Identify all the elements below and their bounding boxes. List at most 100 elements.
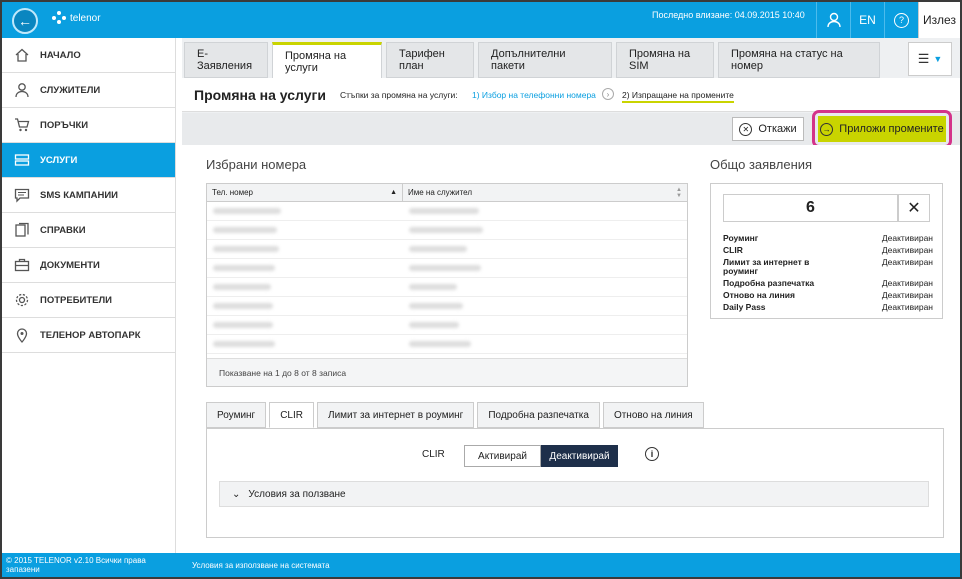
footer: © 2015 TELENOR v2.10 Всички права запазе… (2, 553, 960, 577)
sms-icon (14, 187, 30, 203)
table-row[interactable] (207, 259, 687, 278)
tab-detailed-printout[interactable]: Подробна разпечатка (477, 402, 600, 428)
app-window: ← telenor Последно влизане: 04.09.2015 1… (0, 0, 962, 579)
service-tabs: Роуминг CLIR Лимит за интернет в роуминг… (206, 402, 704, 428)
report-icon (14, 222, 30, 238)
summary-row: Подробна разпечатка Деактивиран (723, 278, 933, 288)
tab-back-online[interactable]: Отново на линия (602, 402, 704, 428)
terms-accordion[interactable]: ⌄ Условия за ползване (219, 481, 929, 507)
summary-row: Отново на линия Деактивиран (723, 290, 933, 300)
phone-icon (14, 152, 30, 168)
action-bar: ✕ Откажи → Приложи промените (182, 110, 960, 148)
activate-button[interactable]: Активирай (464, 445, 541, 467)
tab-tariff-plan[interactable]: Тарифен план (386, 42, 474, 78)
user-icon (826, 12, 841, 28)
telenor-logo[interactable]: telenor (52, 11, 101, 25)
step-1-link[interactable]: 1) Избор на телефонни номера (472, 90, 596, 100)
steps-label: Стъпки за промяна на услуги: (340, 90, 458, 100)
clir-label: CLIR (422, 449, 445, 460)
tab-change-sim[interactable]: Промяна на SIM (616, 42, 714, 78)
top-bar: ← telenor Последно влизане: 04.09.2015 1… (2, 2, 960, 38)
tab-e-applications[interactable]: E-Заявления (184, 42, 268, 78)
sidebar-item-orders[interactable]: ПОРЪЧКИ (2, 108, 175, 143)
arrow-right-circle-icon: → (820, 122, 834, 136)
content-panel: Избрани номера Общо заявления Тел. номер… (182, 145, 960, 553)
table-row[interactable] (207, 240, 687, 259)
terms-link[interactable]: Условия за използване на системата (180, 561, 330, 570)
sidebar-item-sms-campaigns[interactable]: SMS КАМПАНИИ (2, 178, 175, 213)
help-button[interactable]: ? (884, 2, 918, 38)
column-employee-name[interactable]: Име на служител ▲ ▼ (403, 184, 687, 201)
tab-change-number-status[interactable]: Промяна на статус на номер (718, 42, 880, 78)
last-login-info: Последно влизане: 04.09.2015 10:40 (652, 10, 805, 20)
sidebar: НАЧАЛО СЛУЖИТЕЛИ ПОРЪЧКИ УСЛУГИ SMS КАМП… (2, 38, 176, 553)
deactivate-button[interactable]: Деактивирай (541, 445, 618, 467)
exit-button[interactable]: Излез (918, 2, 960, 38)
clear-button[interactable]: ✕ (898, 194, 930, 222)
sidebar-item-employees[interactable]: СЛУЖИТЕЛИ (2, 73, 175, 108)
profile-button[interactable] (816, 2, 850, 38)
summary-title: Общо заявления (710, 157, 813, 172)
main-area: E-Заявления Промяна на услуги Тарифен пл… (182, 38, 960, 553)
step-2-current: 2) Изпращане на промените (622, 90, 734, 103)
location-pin-icon (14, 327, 30, 343)
summary-row: Лимит за интернет в роуминг Деактивиран (723, 257, 933, 276)
sidebar-item-services[interactable]: УСЛУГИ (2, 143, 175, 178)
cancel-button[interactable]: ✕ Откажи (732, 117, 804, 141)
table-row[interactable] (207, 297, 687, 316)
applications-count: 6 (723, 194, 898, 222)
table-footer: Показване на 1 до 8 от 8 записа (207, 358, 687, 386)
sidebar-item-fleet[interactable]: ТЕЛЕНОР АВТОПАРК (2, 318, 175, 353)
arrow-right-icon: › (602, 88, 614, 100)
arrow-left-icon: ← (18, 13, 32, 29)
list-icon: ☰ (917, 51, 930, 66)
table-row[interactable] (207, 221, 687, 240)
cart-icon (14, 117, 30, 133)
help-icon: ? (894, 12, 909, 28)
column-phone-number[interactable]: Тел. номер ▲ (207, 184, 403, 201)
language-button[interactable]: EN (850, 2, 884, 38)
telenor-logo-icon (52, 11, 66, 25)
gear-icon (14, 292, 30, 308)
tab-change-services[interactable]: Промяна на услуги (272, 42, 382, 78)
user-icon (14, 82, 30, 98)
summary-row: Daily Pass Деактивиран (723, 302, 933, 312)
table-row[interactable] (207, 278, 687, 297)
page-header: Промяна на услуги Стъпки за промяна на у… (182, 78, 960, 112)
sidebar-item-home[interactable]: НАЧАЛО (2, 38, 175, 73)
briefcase-icon (14, 257, 30, 273)
logo-text: telenor (70, 12, 101, 24)
page-title: Промяна на услуги (194, 87, 326, 103)
sort-icon: ▲ (390, 189, 397, 196)
home-icon (14, 47, 30, 63)
summary-panel: 6 ✕ Роуминг Деактивиран CLIR Деактивиран Л… (710, 183, 943, 319)
table-header: Тел. номер ▲ Име на служител ▲ ▼ (207, 184, 687, 202)
sidebar-item-reports[interactable]: СПРАВКИ (2, 213, 175, 248)
tab-roaming-internet-limit[interactable]: Лимит за интернет в роуминг (317, 402, 475, 428)
apply-changes-button[interactable]: → Приложи промените (818, 116, 946, 142)
summary-row: Роуминг Деактивиран (723, 233, 933, 243)
close-icon: ✕ (907, 200, 921, 217)
info-icon[interactable]: i (645, 447, 659, 461)
main-tabs: E-Заявления Промяна на услуги Тарифен пл… (182, 42, 960, 78)
sidebar-item-users[interactable]: ПОТРЕБИТЕЛИ (2, 283, 175, 318)
chevron-down-icon: ⌄ (232, 488, 241, 500)
service-panel: CLIR Активирай Деактивирай i ⌄ Условия з… (206, 428, 944, 538)
clir-toggle: Активирай Деактивирай (464, 445, 618, 467)
tab-clir[interactable]: CLIR (269, 402, 314, 428)
tab-roaming[interactable]: Роуминг (206, 402, 267, 428)
selected-numbers-table: Тел. номер ▲ Име на служител ▲ ▼ Показван… (206, 183, 688, 387)
summary-row: CLIR Деактивиран (723, 245, 933, 255)
selected-numbers-title: Избрани номера (206, 157, 307, 172)
copyright: © 2015 TELENOR v2.10 Всички права запазе… (6, 556, 146, 574)
caret-down-icon: ▼ (933, 54, 943, 64)
back-button[interactable]: ← (12, 8, 38, 34)
sidebar-item-documents[interactable]: ДОКУМЕНТИ (2, 248, 175, 283)
close-circle-icon: ✕ (739, 122, 753, 136)
tab-additional-packages[interactable]: Допълнителни пакети (478, 42, 612, 78)
summary-list: Роуминг Деактивиран CLIR Деактивиран Лимит… (723, 234, 933, 315)
table-row[interactable] (207, 335, 687, 354)
table-row[interactable] (207, 316, 687, 335)
more-menu-button[interactable]: ☰ ▼ (908, 42, 952, 76)
table-row[interactable] (207, 202, 687, 221)
